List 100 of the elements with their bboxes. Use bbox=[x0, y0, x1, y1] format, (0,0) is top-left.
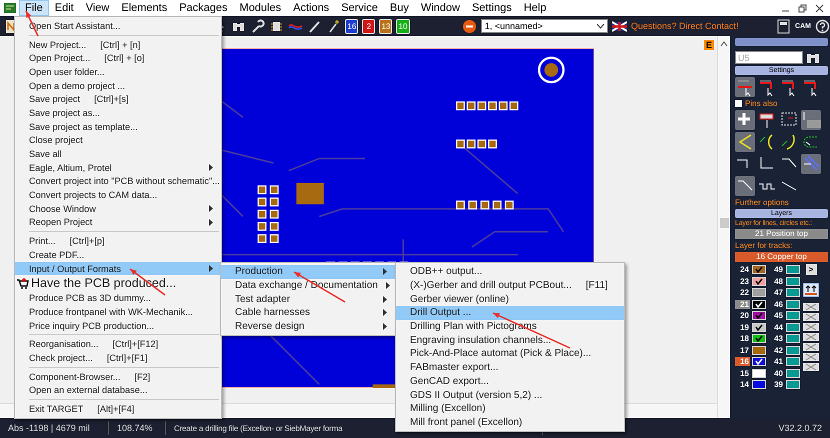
menu-item[interactable]: Produce frontpanel with WK-Mechanik... bbox=[15, 305, 221, 319]
menu-item[interactable]: Save project as... bbox=[15, 106, 221, 120]
menu-bar-item[interactable]: Window bbox=[414, 0, 466, 16]
menu-item[interactable]: Pick-And-Place automat (Pick & Place)... bbox=[396, 347, 624, 361]
menu-item[interactable]: Milling (Excellon) bbox=[396, 402, 624, 416]
more-layers-button[interactable]: > bbox=[806, 264, 816, 275]
menu-item[interactable]: Test adapter bbox=[221, 292, 395, 306]
layer-number[interactable]: 44 bbox=[769, 322, 784, 332]
menu-bar-item[interactable]: Elements bbox=[115, 0, 174, 16]
layer-field[interactable]: 16 Copper top bbox=[735, 252, 828, 262]
menu-item[interactable]: New Project... [Ctrl] + [n] bbox=[15, 38, 221, 52]
menu-item[interactable]: Save project as template... bbox=[15, 120, 221, 134]
menu-item[interactable]: Price inquiry PCB production... bbox=[15, 318, 221, 332]
layer-color-swatch[interactable] bbox=[752, 265, 766, 274]
checkbox[interactable] bbox=[735, 100, 742, 107]
layer-badge[interactable]: 16 bbox=[345, 18, 358, 34]
layer-color-swatch[interactable] bbox=[786, 265, 800, 274]
contact-link[interactable]: Questions? Direct Contact! bbox=[631, 21, 739, 31]
menu-bar-item[interactable]: Modules bbox=[234, 0, 288, 16]
menu-item[interactable]: Reverse design bbox=[221, 320, 395, 334]
menu-item[interactable]: Exit TARGET [Alt]+[F4] bbox=[15, 402, 221, 416]
menu-bar-item[interactable]: Settings bbox=[466, 0, 518, 16]
restore-icon[interactable] bbox=[798, 4, 807, 12]
layer-number[interactable]: 15 bbox=[735, 368, 750, 378]
menu-item[interactable]: Convert project into "PCB without schematic"... bbox=[15, 174, 221, 188]
layer-number[interactable]: 47 bbox=[769, 288, 784, 298]
scroll-up-icon[interactable] bbox=[720, 40, 728, 48]
layer-color-swatch[interactable] bbox=[786, 300, 800, 309]
menu-item[interactable]: Convert projects to CAM data... bbox=[15, 188, 221, 202]
menu-item[interactable]: GenCAD export... bbox=[396, 374, 624, 388]
layer-badge[interactable]: 13 bbox=[379, 18, 392, 34]
close-icon[interactable] bbox=[815, 4, 824, 12]
layer-number[interactable]: 23 bbox=[735, 276, 750, 286]
menu-item[interactable]: Print... [Ctrl]+[p] bbox=[15, 234, 221, 248]
layer-color-swatch[interactable] bbox=[752, 276, 766, 286]
layer-color-swatch[interactable] bbox=[786, 346, 800, 355]
layer-number[interactable]: 18 bbox=[735, 334, 750, 344]
layer-number[interactable]: 41 bbox=[769, 357, 784, 366]
layer-color-swatch[interactable] bbox=[786, 288, 800, 298]
menu-item[interactable]: FABmaster export... bbox=[396, 360, 624, 374]
menu-item[interactable]: Open Project... [Ctrl] + [o] bbox=[15, 51, 221, 66]
layer-number[interactable]: 40 bbox=[769, 368, 784, 378]
menu-item[interactable]: Create PDF... bbox=[15, 248, 221, 262]
menu-item[interactable]: Produce PCB as 3D dummy... bbox=[15, 291, 221, 306]
layer-dropdown[interactable]: 1, <unnamed> bbox=[480, 19, 608, 33]
menu-item[interactable]: Open user folder... bbox=[15, 65, 221, 79]
menu-item[interactable]: Engraving insulation channels... bbox=[396, 333, 624, 348]
pen-icon[interactable] bbox=[307, 18, 322, 34]
layer-color-swatch[interactable] bbox=[752, 368, 766, 378]
menu-item[interactable]: Choose Window bbox=[15, 202, 221, 216]
scrollbar-thumb[interactable] bbox=[720, 218, 728, 228]
menu-item[interactable]: Open a demo project ... bbox=[15, 78, 221, 92]
menu-item[interactable]: Drill Output ... bbox=[396, 306, 624, 320]
menu-bar-item[interactable]: Edit bbox=[48, 0, 80, 16]
menu-item[interactable]: Reopen Project bbox=[15, 216, 221, 230]
flag-icon[interactable] bbox=[612, 18, 628, 34]
menu-bar-item[interactable]: Service bbox=[335, 0, 384, 16]
binoculars-icon[interactable] bbox=[806, 52, 820, 64]
menu-item[interactable]: Reorganisation... [Ctrl]+[F12] bbox=[15, 337, 221, 352]
menu-bar-item[interactable]: Help bbox=[518, 0, 552, 16]
wrench-icon[interactable] bbox=[250, 18, 266, 34]
help-icon[interactable] bbox=[815, 18, 830, 34]
layer-color-swatch[interactable] bbox=[786, 380, 800, 390]
layer-color-swatch[interactable] bbox=[752, 300, 766, 309]
menu-bar-item[interactable]: Actions bbox=[287, 0, 336, 16]
menu-item[interactable]: Check project... [Ctrl]+[F1] bbox=[15, 351, 221, 365]
layer-number[interactable]: 49 bbox=[769, 265, 784, 274]
layer-number[interactable]: 16 bbox=[735, 357, 750, 366]
layer-color-swatch[interactable] bbox=[786, 322, 800, 332]
menu-item[interactable]: Cable harnesses bbox=[221, 306, 395, 320]
layer-number[interactable]: 42 bbox=[769, 346, 784, 355]
layer-number[interactable]: 46 bbox=[769, 300, 784, 309]
layer-color-swatch[interactable] bbox=[786, 276, 800, 286]
layer-color-swatch[interactable] bbox=[752, 380, 766, 390]
layer-number[interactable]: 14 bbox=[735, 380, 750, 390]
layer-color-swatch[interactable] bbox=[786, 368, 800, 378]
layer-color-swatch[interactable] bbox=[786, 357, 800, 366]
layer-color-swatch[interactable] bbox=[752, 322, 766, 332]
menu-item[interactable]: GDS II Output (version 5,2) ... bbox=[396, 388, 624, 402]
menu-item[interactable]: Save project [Ctrl]+[s] bbox=[15, 92, 221, 106]
menu-item[interactable]: Gerber viewer (online) bbox=[396, 292, 624, 306]
layer-number[interactable]: 17 bbox=[735, 346, 750, 355]
layer-color-swatch[interactable] bbox=[786, 311, 800, 320]
layer-color-swatch[interactable] bbox=[752, 311, 766, 320]
layer-number[interactable]: 19 bbox=[735, 322, 750, 332]
menu-bar-item[interactable]: View bbox=[80, 0, 116, 16]
further-options-link[interactable]: Further options bbox=[735, 198, 828, 207]
menu-item[interactable]: Save all bbox=[15, 147, 221, 161]
layer-number[interactable]: 24 bbox=[735, 265, 750, 274]
layer-number[interactable]: 43 bbox=[769, 334, 784, 344]
layer-number[interactable]: 20 bbox=[735, 311, 750, 320]
menu-item[interactable]: Eagle, Altium, Protel bbox=[15, 160, 221, 175]
layer-color-swatch[interactable] bbox=[786, 334, 800, 344]
menu-bar-item[interactable]: Packages bbox=[173, 0, 234, 16]
stop-icon[interactable] bbox=[462, 18, 477, 34]
menu-item[interactable]: Close project bbox=[15, 134, 221, 148]
layer-color-swatch[interactable] bbox=[752, 334, 766, 344]
layer-number[interactable]: 45 bbox=[769, 311, 784, 320]
menu-item[interactable]: (X-)Gerber and drill output PCBout... [F11] bbox=[396, 278, 624, 292]
menu-bar-item[interactable]: Buy bbox=[384, 0, 415, 16]
